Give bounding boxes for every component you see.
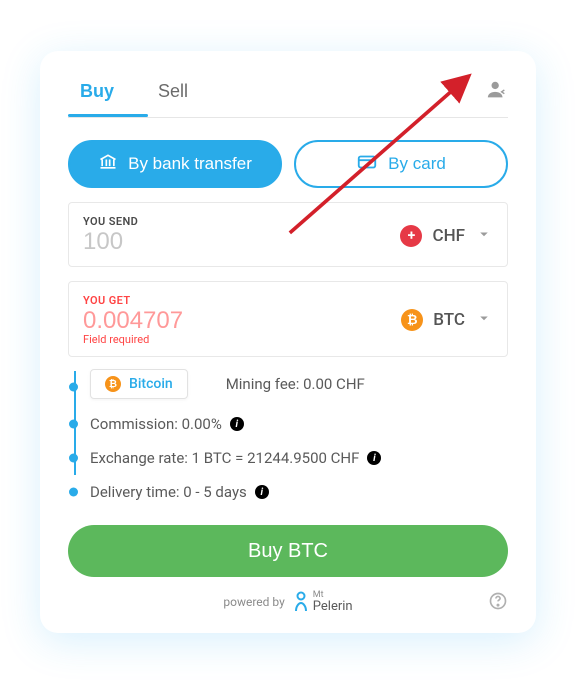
send-label: YOU SEND (83, 215, 243, 228)
card-icon (356, 151, 378, 178)
tab-sell[interactable]: Sell (154, 75, 192, 108)
get-input[interactable] (83, 307, 243, 335)
method-card-label: By card (388, 154, 446, 174)
footer: powered by Mt Pelerin (68, 591, 508, 613)
chf-flag-icon: + (400, 225, 422, 247)
btc-icon: ₿ (401, 309, 423, 331)
chevron-down-icon (475, 225, 493, 247)
tab-buy[interactable]: Buy (76, 75, 118, 108)
get-error: Field required (83, 333, 243, 346)
bank-icon (98, 152, 118, 177)
get-currency-code: BTC (433, 310, 465, 330)
get-currency-selector[interactable]: ₿ BTC (401, 309, 493, 331)
commission-row: Commission: 0.00% i (90, 407, 508, 441)
commission-text: Commission: 0.00% (90, 415, 222, 433)
exchange-widget: Buy Sell By bank transfer By card YOU SE… (40, 51, 536, 633)
info-icon[interactable]: i (367, 451, 381, 465)
tabs-row: Buy Sell (68, 75, 508, 108)
buy-button[interactable]: Buy BTC (68, 525, 508, 577)
brand-bottom: Pelerin (313, 599, 353, 614)
mining-fee: Mining fee: 0.00 CHF (226, 375, 365, 393)
info-icon[interactable]: i (255, 485, 269, 499)
get-box: YOU GET Field required ₿ BTC (68, 281, 508, 357)
network-chip[interactable]: ₿ Bitcoin (90, 369, 188, 399)
powered-by-label: powered by (223, 595, 284, 609)
rate-text: Exchange rate: 1 BTC = 21244.9500 CHF (90, 449, 359, 467)
rate-row: Exchange rate: 1 BTC = 21244.9500 CHF i (90, 441, 508, 475)
send-currency-code: CHF (432, 226, 465, 246)
send-input[interactable] (83, 228, 243, 256)
method-card[interactable]: By card (294, 140, 508, 188)
pelerin-logo: Mt Pelerin (293, 591, 353, 613)
tabs-divider (68, 117, 508, 118)
payment-methods: By bank transfer By card (68, 140, 508, 188)
method-bank-label: By bank transfer (128, 154, 252, 174)
method-bank-transfer[interactable]: By bank transfer (68, 140, 282, 188)
get-label: YOU GET (83, 294, 243, 307)
send-currency-selector[interactable]: + CHF (400, 225, 493, 247)
send-box: YOU SEND + CHF (68, 202, 508, 267)
delivery-text: Delivery time: 0 - 5 days (90, 483, 247, 501)
info-icon[interactable]: i (230, 417, 244, 431)
btc-icon: ₿ (105, 376, 121, 392)
help-icon[interactable] (488, 591, 508, 614)
network-name: Bitcoin (129, 376, 173, 392)
login-icon[interactable] (486, 79, 508, 105)
fee-timeline: ₿ Bitcoin Mining fee: 0.00 CHF Commissio… (68, 367, 508, 509)
chevron-down-icon (475, 309, 493, 331)
tabs: Buy Sell (68, 75, 192, 108)
pelerin-icon (293, 591, 309, 613)
delivery-row: Delivery time: 0 - 5 days i (90, 475, 508, 509)
network-row: ₿ Bitcoin Mining fee: 0.00 CHF (90, 367, 508, 407)
